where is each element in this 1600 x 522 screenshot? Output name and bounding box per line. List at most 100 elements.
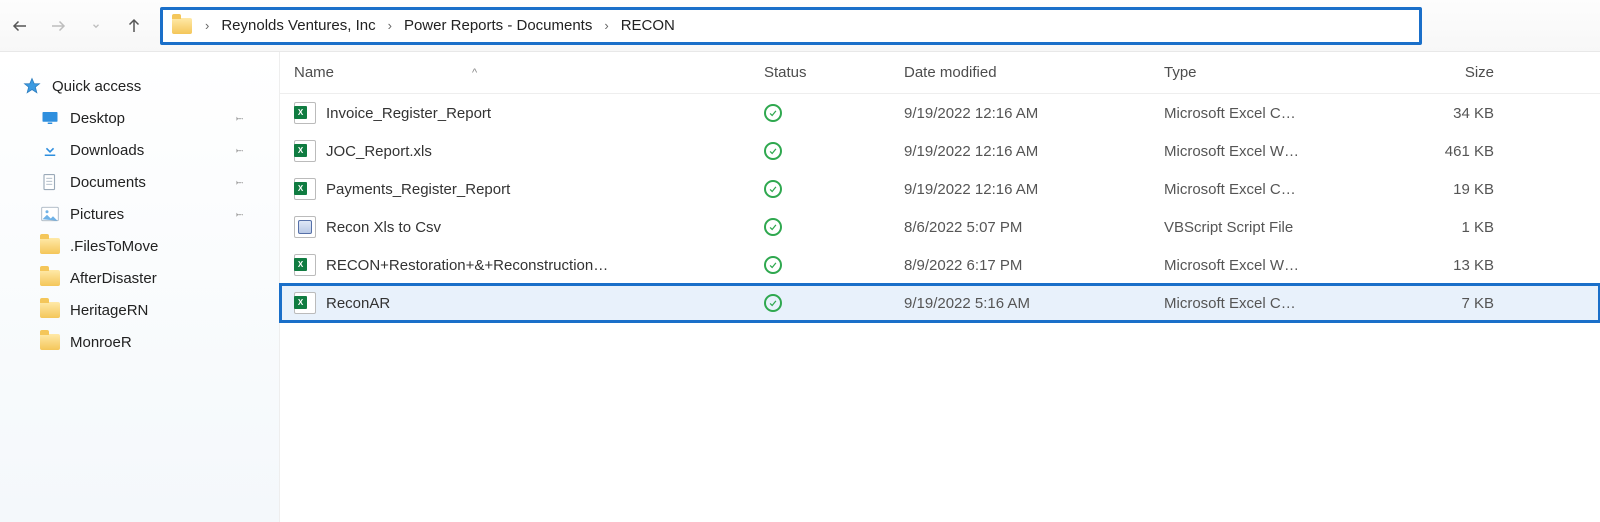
file-size: 1 KB (1384, 219, 1524, 236)
vbscript-icon (294, 216, 316, 238)
pin-icon (233, 143, 245, 158)
downloads-icon (40, 140, 60, 160)
sidebar: Quick access Desktop Downloads Doc (0, 52, 280, 522)
file-date: 9/19/2022 5:16 AM (904, 295, 1164, 312)
chevron-right-icon: › (388, 18, 392, 33)
sidebar-item-folder[interactable]: MonroeR (18, 326, 271, 358)
folder-icon (40, 268, 60, 288)
sidebar-label: AfterDisaster (70, 270, 157, 287)
sidebar-item-downloads[interactable]: Downloads (18, 134, 271, 166)
star-icon (22, 76, 42, 96)
column-name[interactable]: Name ^ (294, 64, 764, 81)
documents-icon (40, 172, 60, 192)
sidebar-label: Documents (70, 174, 146, 191)
file-size: 7 KB (1384, 295, 1524, 312)
file-name: RECON+Restoration+&+Reconstruction… (326, 257, 608, 274)
column-date[interactable]: Date modified (904, 64, 1164, 81)
pictures-icon (40, 204, 60, 224)
pin-icon (233, 207, 245, 222)
file-date: 8/6/2022 5:07 PM (904, 219, 1164, 236)
synced-icon (764, 256, 782, 274)
chevron-right-icon: › (205, 18, 209, 33)
desktop-icon (40, 108, 60, 128)
file-date: 9/19/2022 12:16 AM (904, 105, 1164, 122)
column-size[interactable]: Size (1384, 64, 1524, 81)
file-date: 9/19/2022 12:16 AM (904, 181, 1164, 198)
excel-icon: X (294, 140, 316, 162)
file-row[interactable]: Recon Xls to Csv 8/6/2022 5:07 PMVBScript… (280, 208, 1600, 246)
sidebar-label: MonroeR (70, 334, 132, 351)
sidebar-label: Quick access (52, 78, 141, 95)
file-type: Microsoft Excel C… (1164, 295, 1384, 312)
synced-icon (764, 180, 782, 198)
file-list: Name ^ Status Date modified Type Size XI… (280, 52, 1600, 522)
recent-dropdown[interactable] (84, 14, 108, 38)
file-name: ReconAR (326, 295, 390, 312)
column-status[interactable]: Status (764, 64, 904, 81)
sidebar-item-folder[interactable]: HeritageRN (18, 294, 271, 326)
file-type: Microsoft Excel W… (1164, 143, 1384, 160)
sidebar-label: Desktop (70, 110, 125, 127)
column-label: Type (1164, 64, 1197, 81)
excel-icon: X (294, 292, 316, 314)
excel-icon: X (294, 102, 316, 124)
nav-buttons (8, 14, 146, 38)
synced-icon (764, 104, 782, 122)
sidebar-item-desktop[interactable]: Desktop (18, 102, 271, 134)
pin-icon (233, 175, 245, 190)
sort-asc-icon: ^ (472, 67, 477, 79)
file-row[interactable]: X RECON+Restoration+&+Reconstruction… 8/9/… (280, 246, 1600, 284)
breadcrumb-item[interactable]: RECON (621, 17, 675, 34)
file-type: Microsoft Excel C… (1164, 105, 1384, 122)
file-type: Microsoft Excel C… (1164, 181, 1384, 198)
column-label: Status (764, 64, 807, 81)
excel-icon: X (294, 254, 316, 276)
file-type: Microsoft Excel W… (1164, 257, 1384, 274)
sidebar-label: Pictures (70, 206, 124, 223)
sidebar-item-folder[interactable]: .FilesToMove (18, 230, 271, 262)
file-size: 461 KB (1384, 143, 1524, 160)
file-date: 8/9/2022 6:17 PM (904, 257, 1164, 274)
column-label: Date modified (904, 64, 997, 81)
breadcrumb-item[interactable]: Power Reports - Documents (404, 17, 592, 34)
sidebar-label: HeritageRN (70, 302, 148, 319)
breadcrumb-item[interactable]: Reynolds Ventures, Inc (221, 17, 375, 34)
sidebar-item-pictures[interactable]: Pictures (18, 198, 271, 230)
column-type[interactable]: Type (1164, 64, 1384, 81)
file-name: Payments_Register_Report (326, 181, 510, 198)
sidebar-quick-access[interactable]: Quick access (18, 70, 271, 102)
synced-icon (764, 142, 782, 160)
sidebar-label: .FilesToMove (70, 238, 158, 255)
file-type: VBScript Script File (1164, 219, 1384, 236)
file-size: 34 KB (1384, 105, 1524, 122)
file-name: Recon Xls to Csv (326, 219, 441, 236)
excel-icon: X (294, 178, 316, 200)
column-headers: Name ^ Status Date modified Type Size (280, 52, 1600, 94)
forward-button[interactable] (46, 14, 70, 38)
synced-icon (764, 218, 782, 236)
file-size: 19 KB (1384, 181, 1524, 198)
file-name: JOC_Report.xls (326, 143, 432, 160)
main: Quick access Desktop Downloads Doc (0, 52, 1600, 522)
file-rows: XInvoice_Register_Report9/19/2022 12:16 … (280, 94, 1600, 322)
file-date: 9/19/2022 12:16 AM (904, 143, 1164, 160)
folder-icon (40, 332, 60, 352)
file-row[interactable]: X JOC_Report.xls 9/19/2022 12:16 AMMicroso… (280, 132, 1600, 170)
folder-icon (40, 300, 60, 320)
file-row[interactable]: XInvoice_Register_Report9/19/2022 12:16 … (280, 94, 1600, 132)
file-size: 13 KB (1384, 257, 1524, 274)
sidebar-item-documents[interactable]: Documents (18, 166, 271, 198)
toolbar: › Reynolds Ventures, Inc › Power Reports… (0, 0, 1600, 52)
folder-icon (40, 236, 60, 256)
up-button[interactable] (122, 14, 146, 38)
address-bar[interactable]: › Reynolds Ventures, Inc › Power Reports… (160, 7, 1422, 45)
file-row[interactable]: X ReconAR 9/19/2022 5:16 AMMicrosoft Excel… (280, 284, 1600, 322)
file-row[interactable]: X Payments_Register_Report 9/19/2022 12:16… (280, 170, 1600, 208)
pin-icon (233, 111, 245, 126)
column-label: Name (294, 64, 334, 81)
chevron-right-icon: › (604, 18, 608, 33)
sidebar-item-folder[interactable]: AfterDisaster (18, 262, 271, 294)
back-button[interactable] (8, 14, 32, 38)
synced-icon (764, 294, 782, 312)
folder-icon (171, 15, 193, 37)
